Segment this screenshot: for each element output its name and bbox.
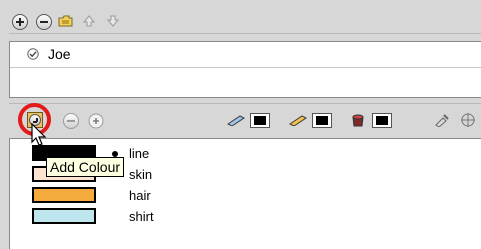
colour-name: skin <box>129 167 153 182</box>
colour-name: line <box>129 146 150 161</box>
paint-swatch[interactable] <box>372 113 392 128</box>
add-palette-button[interactable] <box>12 14 28 30</box>
palette-item-label: Joe <box>48 46 71 62</box>
move-down-icon[interactable] <box>106 14 120 28</box>
colour-list[interactable]: line skin hair shirt <box>9 138 481 249</box>
remove-palette-button[interactable] <box>36 14 52 30</box>
mouse-cursor-icon <box>31 122 47 147</box>
remove-colour-button[interactable] <box>63 113 79 129</box>
import-palette-icon[interactable] <box>58 15 73 27</box>
crosshair-icon[interactable] <box>460 112 476 128</box>
paint-icon[interactable] <box>350 113 366 127</box>
eyedropper-icon[interactable] <box>434 113 450 128</box>
brush-icon[interactable] <box>226 114 246 127</box>
add-colour-tooltip: Add Colour <box>46 157 125 177</box>
check-circle-icon <box>27 48 39 60</box>
toolbar-separator <box>9 33 481 34</box>
colour-swatch-hair[interactable] <box>32 187 96 203</box>
pencil-swatch[interactable] <box>312 113 332 128</box>
pencil-icon[interactable] <box>288 114 308 127</box>
colour-name: shirt <box>129 209 154 224</box>
palette-item-joe[interactable]: Joe <box>10 42 481 68</box>
colour-row-hair[interactable]: hair <box>10 185 481 205</box>
colour-swatch-shirt[interactable] <box>32 208 96 224</box>
move-up-icon[interactable] <box>82 14 96 28</box>
palette-separator <box>9 103 481 104</box>
link-colour-button[interactable] <box>88 113 104 129</box>
brush-swatch[interactable] <box>250 113 270 128</box>
colour-name: hair <box>129 188 151 203</box>
palette-list[interactable]: Joe <box>9 41 481 98</box>
colour-row-shirt[interactable]: shirt <box>10 206 481 226</box>
